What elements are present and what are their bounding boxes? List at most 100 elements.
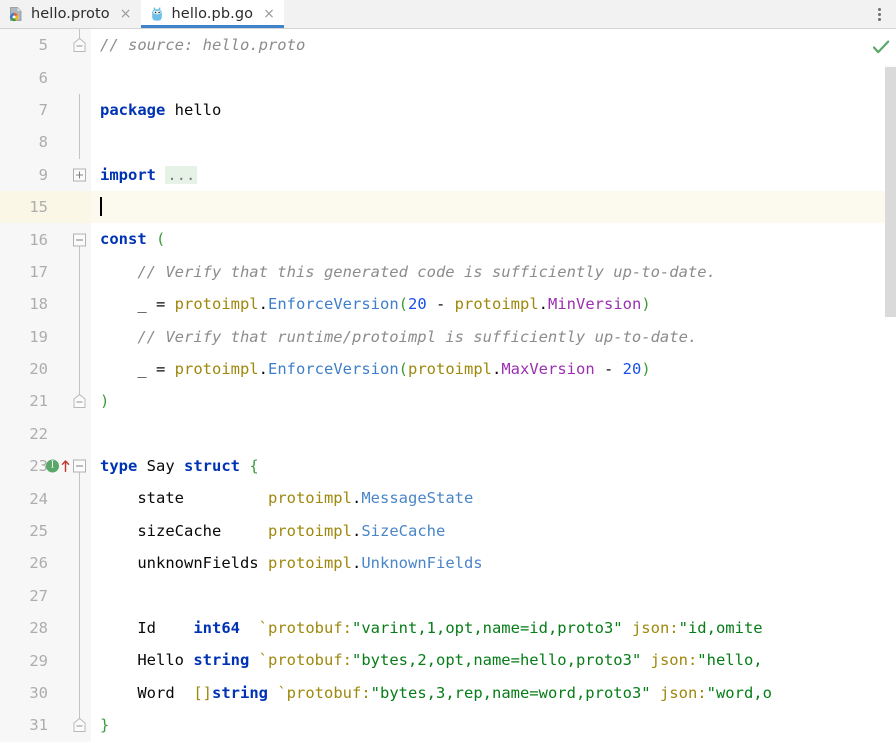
editor-gutter[interactable]: 8	[0, 126, 91, 159]
code-line[interactable]: 25 sizeCache protoimpl.SizeCache	[0, 514, 896, 548]
code-line[interactable]: 6	[0, 61, 896, 94]
editor-gutter[interactable]: 19	[0, 320, 91, 353]
code-text[interactable]: }	[91, 709, 896, 741]
tab-hello-pb-go[interactable]: hello.pb.go ×	[140, 0, 285, 28]
fold-column[interactable]	[69, 612, 91, 645]
code-text[interactable]: state protoimpl.MessageState	[91, 482, 896, 514]
editor-gutter[interactable]: 25	[0, 514, 91, 548]
code-text[interactable]: _ = protoimpl.EnforceVersion(20 - protoi…	[91, 288, 896, 320]
fold-column[interactable]	[69, 482, 91, 515]
code-text[interactable]: package hello	[91, 94, 896, 126]
fold-column[interactable]	[69, 126, 91, 159]
code-line[interactable]: 30 Word []string `protobuf:"bytes,3,rep,…	[0, 676, 896, 710]
code-text[interactable]: import ...	[91, 159, 896, 191]
code-line[interactable]: 15	[0, 190, 896, 224]
editor-gutter[interactable]: 27	[0, 579, 91, 613]
close-icon[interactable]: ×	[120, 7, 132, 21]
code-text[interactable]: // source: hello.proto	[91, 29, 896, 61]
code-line[interactable]: 23 Itype Say struct {	[0, 450, 896, 483]
fold-region-end-icon[interactable]	[73, 718, 86, 733]
code-text[interactable]: sizeCache protoimpl.SizeCache	[91, 515, 896, 547]
fold-column[interactable]	[69, 29, 91, 61]
code-line[interactable]: 24 state protoimpl.MessageState	[0, 482, 896, 515]
code-text[interactable]: )	[91, 385, 896, 417]
code-line[interactable]: 19 // Verify that runtime/protoimpl is s…	[0, 320, 896, 353]
inspection-ok-checkmark-icon[interactable]	[872, 38, 890, 56]
code-text[interactable]: Word []string `protobuf:"bytes,3,rep,nam…	[91, 677, 896, 709]
fold-column[interactable]	[69, 450, 91, 483]
code-line[interactable]: 17 // Verify that this generated code is…	[0, 255, 896, 289]
editor-gutter[interactable]: 24	[0, 482, 91, 515]
code-line[interactable]: 7 package hello	[0, 93, 896, 127]
editor-gutter[interactable]: 18	[0, 288, 91, 321]
fold-column[interactable]	[69, 418, 91, 450]
editor-gutter[interactable]: 28	[0, 612, 91, 645]
code-line[interactable]: 9 import ...	[0, 158, 896, 191]
code-text[interactable]	[91, 191, 896, 223]
code-line[interactable]: 31}	[0, 709, 896, 742]
code-text[interactable]: _ = protoimpl.EnforceVersion(protoimpl.M…	[91, 353, 896, 385]
editor-gutter[interactable]: 29	[0, 644, 91, 677]
fold-column[interactable]	[69, 159, 91, 191]
fold-region-end-icon[interactable]	[73, 394, 86, 409]
editor-gutter[interactable]: 5	[0, 29, 91, 62]
fold-column[interactable]	[69, 352, 91, 386]
fold-column[interactable]	[69, 320, 91, 353]
code-token: string	[212, 683, 268, 702]
code-line[interactable]: 27	[0, 579, 896, 613]
fold-expand-icon[interactable]	[73, 168, 86, 182]
code-line[interactable]: 29 Hello string `protobuf:"bytes,2,opt,n…	[0, 644, 896, 677]
fold-column[interactable]	[69, 644, 91, 677]
fold-column[interactable]	[69, 191, 91, 223]
editor-gutter[interactable]: 7	[0, 93, 91, 127]
editor-gutter[interactable]: 22	[0, 417, 91, 451]
editor-gutter[interactable]: 15	[0, 190, 91, 224]
code-text[interactable]: Id int64 `protobuf:"varint,1,opt,name=id…	[91, 612, 896, 644]
fold-column[interactable]	[69, 514, 91, 548]
fold-column[interactable]	[69, 385, 91, 417]
editor-gutter[interactable]: 20	[0, 352, 91, 386]
more-options-icon[interactable]	[866, 0, 892, 28]
code-text[interactable]: type Say struct {	[91, 450, 896, 482]
fold-collapse-icon[interactable]	[73, 233, 86, 247]
fold-column[interactable]	[69, 579, 91, 613]
editor-gutter[interactable]: 23 I	[0, 450, 91, 483]
editor-gutter[interactable]: 9	[0, 158, 91, 191]
editor-gutter[interactable]: 6	[0, 61, 91, 94]
code-line[interactable]: 26 unknownFields protoimpl.UnknownFields	[0, 547, 896, 580]
editor-gutter[interactable]: 30	[0, 676, 91, 710]
code-text[interactable]: // Verify that this generated code is su…	[91, 256, 896, 288]
code-text[interactable]: unknownFields protoimpl.UnknownFields	[91, 547, 896, 579]
fold-column[interactable]	[69, 93, 91, 127]
fold-column[interactable]	[69, 676, 91, 710]
code-editor[interactable]: 5// source: hello.proto 6 7 package hello 8 9…	[0, 29, 896, 754]
code-text[interactable]: // Verify that runtime/protoimpl is suff…	[91, 321, 896, 353]
fold-column[interactable]	[69, 255, 91, 289]
vertical-scrollbar-thumb[interactable]	[885, 65, 896, 317]
implements-interface-icon[interactable]: I	[46, 459, 59, 473]
code-line[interactable]: 21)	[0, 385, 896, 418]
code-text[interactable]: const (	[91, 223, 896, 255]
tab-hello-proto[interactable]: hello.proto ×	[0, 0, 141, 28]
close-icon[interactable]: ×	[263, 7, 275, 21]
code-line[interactable]: 18 _ = protoimpl.EnforceVersion(20 - pro…	[0, 288, 896, 321]
editor-gutter[interactable]: 31	[0, 709, 91, 742]
code-line[interactable]: 28 Id int64 `protobuf:"varint,1,opt,name…	[0, 612, 896, 645]
editor-gutter[interactable]: 17	[0, 255, 91, 289]
code-line[interactable]: 5 // source: hello.proto	[0, 29, 896, 62]
fold-column[interactable]	[69, 223, 91, 256]
code-line[interactable]: 8	[0, 126, 896, 159]
editor-gutter[interactable]: 21	[0, 385, 91, 418]
fold-column[interactable]	[69, 547, 91, 580]
code-line[interactable]: 16 const (	[0, 223, 896, 256]
fold-collapse-icon[interactable]	[73, 459, 86, 473]
code-line[interactable]: 22	[0, 417, 896, 451]
fold-region-end-icon[interactable]	[73, 38, 86, 53]
code-text[interactable]: Hello string `protobuf:"bytes,2,opt,name…	[91, 644, 896, 676]
fold-column[interactable]	[69, 288, 91, 321]
editor-gutter[interactable]: 16	[0, 223, 91, 256]
fold-column[interactable]	[69, 709, 91, 741]
fold-column[interactable]	[69, 61, 91, 93]
editor-gutter[interactable]: 26	[0, 547, 91, 580]
code-line[interactable]: 20 _ = protoimpl.EnforceVersion(protoimp…	[0, 352, 896, 386]
